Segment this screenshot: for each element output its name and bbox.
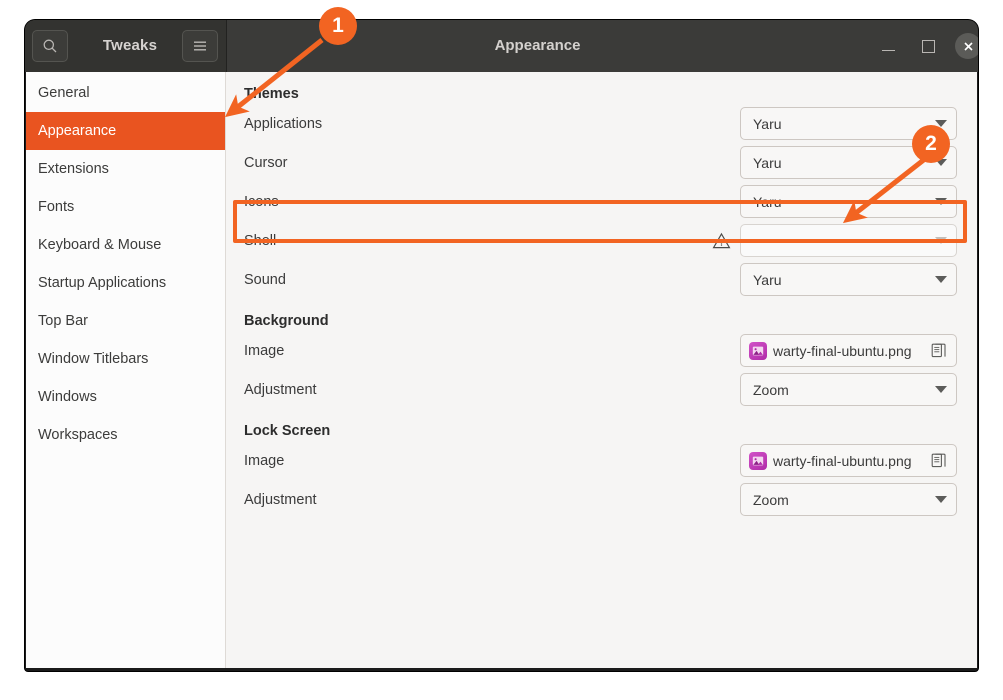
lockscreen-adjustment-value: Zoom: [753, 492, 931, 508]
close-icon: [962, 40, 975, 53]
sidebar-item-general[interactable]: General: [26, 74, 225, 112]
setting-row-lockscreen-image: Image warty-final-ubuntu.png: [244, 441, 957, 480]
shell-theme-dropdown[interactable]: [740, 224, 957, 257]
setting-row-background-image: Image warty-final-ubuntu.png: [244, 331, 957, 370]
setting-row-background-adjustment: Adjustment Zoom: [244, 370, 957, 409]
sound-theme-value: Yaru: [753, 272, 931, 288]
chevron-down-icon: [935, 237, 947, 244]
app-name: Tweaks: [65, 20, 195, 72]
chevron-down-icon: [935, 159, 947, 166]
sidebar-item-window-titlebars[interactable]: Window Titlebars: [26, 340, 225, 378]
sidebar-item-workspaces[interactable]: Workspaces: [26, 416, 225, 454]
applications-theme-value: Yaru: [753, 116, 931, 132]
background-image-filename: warty-final-ubuntu.png: [773, 343, 931, 359]
section-heading-lock-screen: Lock Screen: [244, 409, 957, 441]
sidebar-item-top-bar[interactable]: Top Bar: [26, 302, 225, 340]
image-file-icon: [749, 452, 767, 470]
menu-button[interactable]: [182, 30, 218, 62]
setting-row-shell: Shell: [244, 221, 957, 260]
appearance-settings-panel: Themes Applications Yaru Cursor Yaru Ico…: [226, 72, 977, 668]
chevron-down-icon: [935, 120, 947, 127]
setting-row-sound: Sound Yaru: [244, 260, 957, 299]
section-heading-themes: Themes: [244, 72, 957, 104]
sidebar-item-fonts[interactable]: Fonts: [26, 188, 225, 226]
maximize-button[interactable]: [913, 31, 943, 61]
chevron-down-icon: [935, 386, 947, 393]
setting-row-applications: Applications Yaru: [244, 104, 957, 143]
shell-warning-indicator[interactable]: [712, 232, 731, 250]
hamburger-menu-icon: [192, 39, 208, 53]
search-button[interactable]: [32, 30, 68, 62]
setting-row-cursor: Cursor Yaru: [244, 143, 957, 182]
icons-theme-value: Yaru: [753, 194, 931, 210]
lockscreen-image-filename: warty-final-ubuntu.png: [773, 453, 931, 469]
icons-theme-dropdown[interactable]: Yaru: [740, 185, 957, 218]
setting-label-applications: Applications: [244, 116, 740, 132]
sidebar-item-extensions[interactable]: Extensions: [26, 150, 225, 188]
setting-label-background-adjustment: Adjustment: [244, 382, 740, 398]
sound-theme-dropdown[interactable]: Yaru: [740, 263, 957, 296]
background-adjustment-dropdown[interactable]: Zoom: [740, 373, 957, 406]
chevron-down-icon: [935, 198, 947, 205]
sidebar-item-startup-applications[interactable]: Startup Applications: [26, 264, 225, 302]
image-file-icon: [749, 342, 767, 360]
setting-label-lockscreen-image: Image: [244, 453, 740, 469]
window-title: Appearance: [227, 20, 978, 72]
setting-label-background-image: Image: [244, 343, 740, 359]
lockscreen-image-chooser[interactable]: warty-final-ubuntu.png: [740, 444, 957, 477]
cursor-theme-value: Yaru: [753, 155, 931, 171]
warning-triangle-icon: [712, 232, 731, 250]
minimize-button[interactable]: [873, 31, 903, 61]
chevron-down-icon: [935, 496, 947, 503]
background-image-chooser[interactable]: warty-final-ubuntu.png: [740, 334, 957, 367]
applications-theme-dropdown[interactable]: Yaru: [740, 107, 957, 140]
setting-label-sound: Sound: [244, 272, 740, 288]
sidebar-item-keyboard-mouse[interactable]: Keyboard & Mouse: [26, 226, 225, 264]
chevron-down-icon: [935, 276, 947, 283]
background-adjustment-value: Zoom: [753, 382, 931, 398]
section-heading-background: Background: [244, 299, 957, 331]
maximize-icon: [922, 40, 935, 53]
titlebar: Tweaks Appearance: [25, 20, 978, 72]
minimize-icon: [882, 50, 895, 52]
sidebar-item-windows[interactable]: Windows: [26, 378, 225, 416]
sidebar: General Appearance Extensions Fonts Keyb…: [26, 72, 226, 668]
setting-label-icons: Icons: [244, 194, 740, 210]
setting-label-shell: Shell: [244, 233, 712, 249]
setting-row-icons: Icons Yaru: [244, 182, 957, 221]
tweaks-window: Tweaks Appearance: [25, 20, 978, 671]
setting-label-lockscreen-adjustment: Adjustment: [244, 492, 740, 508]
copy-document-icon: [931, 342, 948, 359]
close-button[interactable]: [953, 31, 978, 61]
setting-row-lockscreen-adjustment: Adjustment Zoom: [244, 480, 957, 519]
sidebar-item-appearance[interactable]: Appearance: [26, 112, 225, 150]
lockscreen-adjustment-dropdown[interactable]: Zoom: [740, 483, 957, 516]
copy-document-icon: [931, 452, 948, 469]
cursor-theme-dropdown[interactable]: Yaru: [740, 146, 957, 179]
search-icon: [42, 38, 58, 54]
window-body: General Appearance Extensions Fonts Keyb…: [26, 72, 977, 668]
setting-label-cursor: Cursor: [244, 155, 740, 171]
